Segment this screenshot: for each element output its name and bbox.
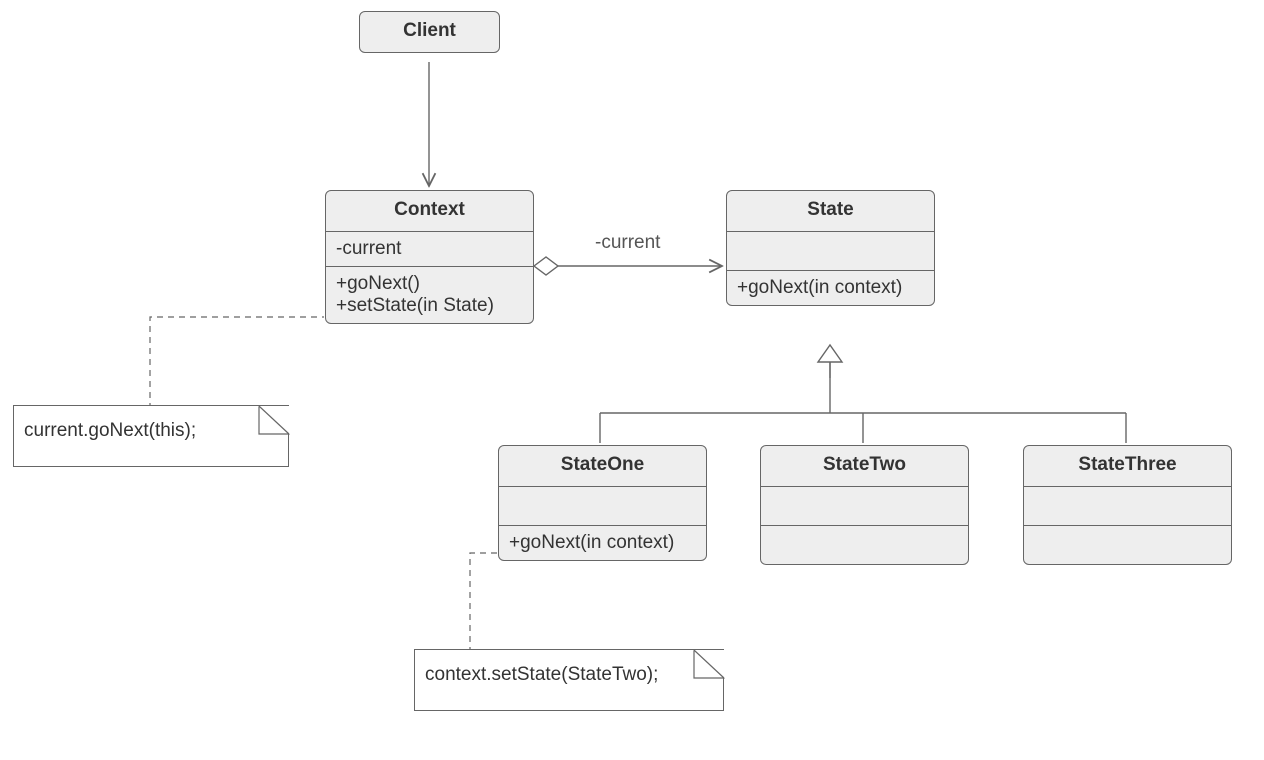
note-2: context.setState(StateTwo); [414, 649, 724, 711]
class-context-name: Context [326, 191, 533, 232]
attr: -current [336, 238, 523, 260]
class-statetwo-attrs [761, 487, 968, 526]
edge-generalization [600, 345, 1126, 443]
op: +goNext(in context) [737, 277, 924, 299]
class-stateone: StateOne +goNext(in context) [498, 445, 707, 561]
class-stateone-ops: +goNext(in context) [499, 526, 706, 560]
diagram-canvas: Client Context -current +goNext() +setSt… [0, 0, 1264, 760]
class-statethree-attrs [1024, 487, 1231, 526]
note-1-text: current.goNext(this); [24, 420, 196, 441]
class-context: Context -current +goNext() +setState(in … [325, 190, 534, 324]
class-statetwo-ops [761, 526, 968, 564]
class-state-attrs [727, 232, 934, 271]
class-state: State +goNext(in context) [726, 190, 935, 306]
class-statetwo-name: StateTwo [761, 446, 968, 487]
class-state-ops: +goNext(in context) [727, 271, 934, 305]
class-stateone-attrs [499, 487, 706, 526]
class-client-name: Client [360, 12, 499, 52]
class-context-ops: +goNext() +setState(in State) [326, 267, 533, 323]
class-statethree-name: StateThree [1024, 446, 1231, 487]
edge-label-current: -current [595, 232, 660, 254]
op: +goNext() [336, 273, 523, 295]
op: +setState(in State) [336, 295, 523, 317]
op: +goNext(in context) [509, 532, 696, 554]
class-statethree-ops [1024, 526, 1231, 564]
class-stateone-name: StateOne [499, 446, 706, 487]
connectors [0, 0, 1264, 760]
note-2-text: context.setState(StateTwo); [425, 664, 658, 685]
class-state-name: State [727, 191, 934, 232]
class-statetwo: StateTwo [760, 445, 969, 565]
class-client: Client [359, 11, 500, 53]
edge-context-state [534, 257, 722, 275]
class-context-attrs: -current [326, 232, 533, 267]
note-1: current.goNext(this); [13, 405, 289, 467]
class-statethree: StateThree [1023, 445, 1232, 565]
